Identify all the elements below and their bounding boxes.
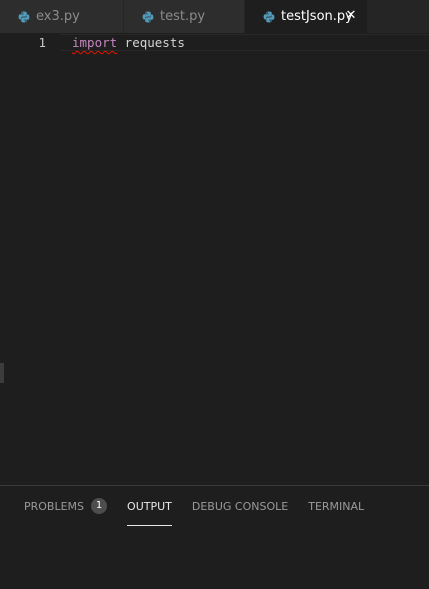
panel-tab-bar: PROBLEMS 1 OUTPUT DEBUG CONSOLE TERMINAL <box>24 496 384 526</box>
line-number: 1 <box>38 35 46 50</box>
tab-testjson-py[interactable]: testJson.py ✕ <box>245 0 368 33</box>
tab-debug-console-label: DEBUG CONSOLE <box>191 499 289 513</box>
editor-left-edge <box>0 33 5 485</box>
tab-terminal[interactable]: TERMINAL <box>308 496 364 516</box>
problems-count-badge: 1 <box>91 498 108 514</box>
tab-label: test.py <box>160 9 206 24</box>
tab-output-label: OUTPUT <box>127 499 172 513</box>
tab-problems-label: PROBLEMS <box>24 499 85 513</box>
tab-label: ex3.py <box>36 9 80 24</box>
tab-output[interactable]: OUTPUT <box>127 496 172 526</box>
identifier-token: requests <box>117 35 185 50</box>
tab-ex3-py[interactable]: ex3.py <box>0 0 124 33</box>
code-editor[interactable]: 1 import requests <box>0 33 429 485</box>
python-icon <box>142 11 154 23</box>
tab-debug-console[interactable]: DEBUG CONSOLE <box>192 496 288 516</box>
editor-tab-bar: ex3.py test.py testJson.py ✕ <box>0 0 429 33</box>
keyword-token: import <box>72 35 118 50</box>
tab-terminal-label: TERMINAL <box>308 499 365 513</box>
code-line[interactable]: import requests <box>72 35 185 51</box>
python-icon <box>263 11 275 23</box>
python-icon <box>18 11 30 23</box>
bottom-panel: PROBLEMS 1 OUTPUT DEBUG CONSOLE TERMINAL <box>0 485 429 589</box>
vscode-window: ex3.py test.py testJson.py ✕ 1 import re… <box>0 0 429 589</box>
close-icon[interactable]: ✕ <box>343 8 359 24</box>
gutter-indicator <box>0 363 4 383</box>
tab-problems[interactable]: PROBLEMS 1 <box>24 496 108 516</box>
tab-test-py[interactable]: test.py <box>124 0 245 33</box>
